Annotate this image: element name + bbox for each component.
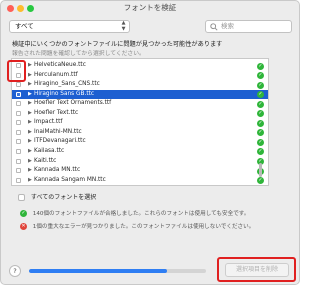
select-all-checkbox[interactable] — [18, 194, 25, 201]
warning-message: 検証中にいくつかのフォントファイルに問題が見つかった可能性があります — [12, 41, 223, 48]
font-row[interactable]: ▶ Hoefler Text.ttc ✓ — [12, 109, 268, 119]
font-file-name: InaiMathi-MN.ttc — [34, 128, 82, 135]
verify-fonts-window: フォントを検証 すべて ▲ ▼ 検索 検証中にいくつかのフォントファイルに問題が見… — [0, 0, 300, 285]
row-checkbox[interactable] — [16, 110, 21, 116]
disclosure-triangle-icon[interactable]: ▶ — [28, 61, 32, 71]
font-row[interactable]: ▶ Hiragino Sans GB.ttc ✓ — [12, 89, 268, 100]
disclosure-triangle-icon[interactable]: ▶ — [28, 137, 32, 147]
font-row[interactable]: ▶ InaiMathi-MN.ttc ✓ — [12, 128, 268, 138]
help-button[interactable]: ? — [9, 265, 21, 277]
row-checkbox[interactable] — [16, 82, 21, 88]
disclosure-triangle-icon[interactable]: ▶ — [28, 176, 32, 185]
hint-message: 報告された問題を確認してから選択してください。 — [12, 51, 145, 57]
check-circle-icon: ✓ — [257, 129, 264, 137]
search-field[interactable]: 検索 — [205, 20, 292, 33]
row-checkbox[interactable] — [16, 129, 21, 135]
passed-summary: ✓ 140個のフォントファイルが合格しました。これらのフォントは使用しても安全で… — [20, 209, 249, 217]
close-window-button[interactable] — [7, 5, 14, 12]
progress-fill — [29, 269, 168, 273]
font-file-name: HelveticaNeue.ttc — [34, 62, 86, 68]
font-row[interactable]: ▶ Herculanum.ttf ✓ — [12, 71, 268, 81]
font-file-name: Kaiti.ttc — [34, 157, 57, 164]
search-placeholder: 検索 — [221, 22, 234, 30]
row-checkbox[interactable] — [16, 139, 21, 145]
font-file-list[interactable]: ▶ HelveticaNeue.ttc ✓ ▶ Herculanum.ttf ✓ ▶ Hira… — [11, 58, 269, 186]
row-checkbox[interactable] — [16, 101, 21, 107]
font-row[interactable]: ▶Kannada MN.ttc✓ — [12, 166, 268, 176]
font-file-name: Impact.ttf — [34, 119, 63, 126]
highlight-annotation-checkbox — [7, 60, 26, 82]
font-file-name: Kailasa.ttc — [34, 147, 65, 154]
disclosure-triangle-icon[interactable]: ▶ — [28, 99, 32, 109]
font-file-name: Hiragino_Sans_CNS.ttc — [34, 81, 100, 88]
error-circle-icon: ✕ — [20, 223, 27, 230]
list-scrollbar[interactable] — [259, 163, 262, 177]
select-all-fonts[interactable]: すべてのフォントを選択 — [18, 192, 96, 201]
passed-summary-text: 140個のフォントファイルが合格しました。これらのフォントは使用しても安全です。 — [32, 211, 250, 217]
font-file-name: Herculanum.ttf — [34, 71, 78, 78]
font-row[interactable]: ▶ Kailasa.ttc ✓ — [12, 147, 268, 157]
check-circle-icon: ✓ — [257, 138, 264, 146]
font-row[interactable]: ▶ ITFDevanagari.ttc ✓ — [12, 137, 268, 147]
filter-select[interactable]: すべて ▲ ▼ — [9, 20, 130, 33]
font-row[interactable]: ▶ Kannada Sangam MN.ttc ✓ — [12, 176, 268, 185]
select-all-label: すべてのフォントを選択 — [30, 194, 97, 201]
check-circle-icon: ✓ — [257, 81, 264, 89]
disclosure-triangle-icon[interactable]: ▶ — [28, 118, 32, 128]
minimize-window-button[interactable] — [17, 5, 24, 12]
updown-chevron-icon: ▲ ▼ — [121, 20, 126, 32]
disclosure-triangle-icon[interactable]: ▶ — [28, 71, 32, 81]
check-circle-icon: ✓ — [257, 91, 264, 99]
disclosure-triangle-icon[interactable]: ▶ — [28, 90, 32, 100]
font-file-name: Hiragino Sans GB.ttc — [34, 90, 95, 97]
title-bar: フォントを検証 — [1, 1, 299, 15]
failed-summary: ✕ 1個の重大なエラーが見つかりました。このフォントファイルは使用しないでくださ… — [20, 222, 254, 230]
font-row[interactable]: ▶ Impact.ttf ✓ — [12, 118, 268, 128]
row-checkbox[interactable] — [16, 120, 21, 126]
font-file-name: ITFDevanagari.ttc — [34, 138, 86, 145]
verification-progress — [29, 269, 206, 273]
zoom-window-button[interactable] — [27, 5, 34, 12]
font-file-name: Kannada MN.ttc — [34, 167, 81, 174]
row-checkbox[interactable] — [16, 91, 21, 97]
row-checkbox[interactable] — [16, 148, 21, 154]
font-file-name: Hoefler Text.ttc — [34, 109, 79, 116]
check-circle-icon: ✓ — [257, 177, 264, 185]
disclosure-triangle-icon[interactable]: ▶ — [28, 147, 32, 157]
failed-summary-text: 1個の重大なエラーが見つかりました。このフォントファイルは使用しないでください。 — [32, 224, 255, 230]
disclosure-triangle-icon[interactable]: ▶ — [28, 128, 32, 138]
toolbar: すべて ▲ ▼ 検索 — [1, 15, 299, 41]
check-circle-icon: ✓ — [257, 119, 264, 127]
check-circle-icon: ✓ — [20, 210, 27, 217]
font-row[interactable]: ▶ Kaiti.ttc ✓ — [12, 157, 268, 167]
row-checkbox[interactable] — [16, 168, 21, 174]
disclosure-triangle-icon[interactable]: ▶ — [28, 80, 32, 90]
window-title: フォントを検証 — [123, 3, 177, 12]
font-row[interactable]: ▶ HelveticaNeue.ttc ✓ — [12, 61, 268, 71]
font-row[interactable]: ▶ Hiragino_Sans_CNS.ttc ✓ — [12, 80, 268, 90]
row-checkbox[interactable] — [16, 158, 21, 164]
row-checkbox[interactable] — [16, 177, 21, 183]
check-circle-icon: ✓ — [257, 100, 264, 108]
font-row[interactable]: ▶ Hoefler Text Ornaments.ttf ✓ — [12, 99, 268, 109]
check-circle-icon: ✓ — [257, 72, 264, 80]
check-circle-icon: ✓ — [257, 148, 264, 156]
check-circle-icon: ✓ — [257, 62, 264, 70]
disclosure-triangle-icon[interactable]: ▶ — [28, 109, 32, 119]
highlight-annotation-button — [217, 257, 296, 282]
font-file-name: Hoefler Text Ornaments.ttf — [34, 100, 112, 107]
disclosure-triangle-icon[interactable]: ▶ — [28, 166, 32, 176]
font-file-name: Kannada Sangam MN.ttc — [34, 176, 106, 183]
filter-select-value: すべて — [15, 22, 34, 30]
check-circle-icon: ✓ — [257, 110, 264, 118]
search-icon — [210, 23, 218, 31]
disclosure-triangle-icon[interactable]: ▶ — [28, 157, 32, 167]
